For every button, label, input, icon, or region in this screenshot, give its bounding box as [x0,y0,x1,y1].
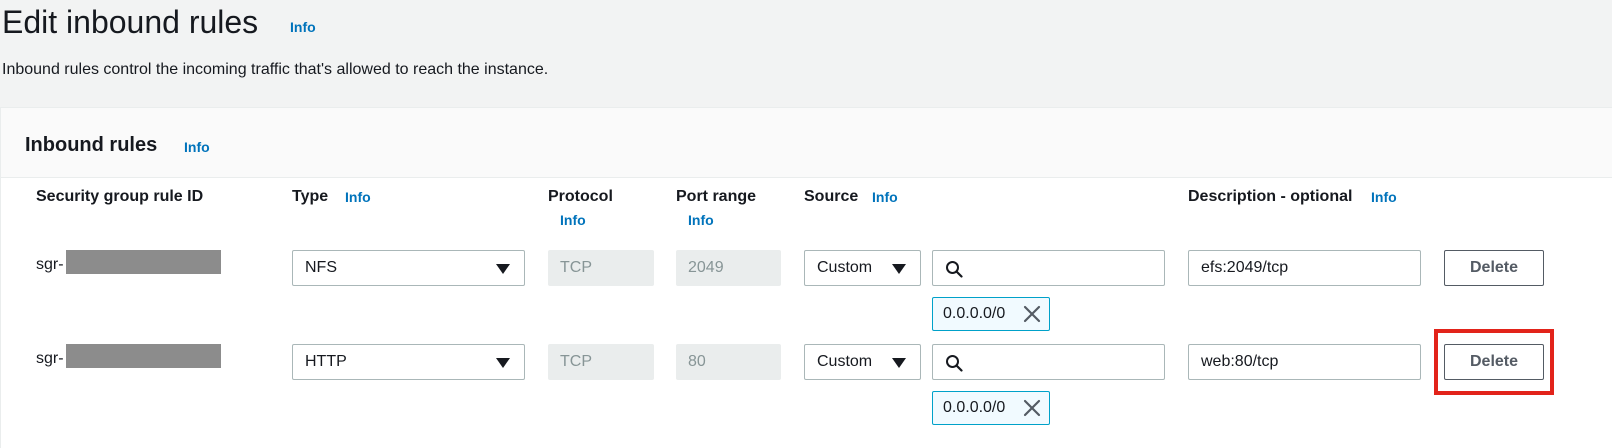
search-icon [946,261,963,278]
cidr-token: 0.0.0.0/0 [932,297,1050,331]
source-select[interactable]: Custom [804,250,921,286]
type-select[interactable]: NFS [292,250,525,286]
description-input[interactable]: efs:2049/tcp [1188,250,1421,286]
panel-header: Inbound rules Info [1,108,1612,178]
caret-down-icon [496,264,510,274]
caret-down-icon [496,358,510,368]
source-info-link[interactable]: Info [872,189,898,205]
source-search-input[interactable] [932,344,1165,380]
port-range-field: 80 [676,344,781,380]
type-select[interactable]: HTTP [292,344,525,380]
description-info-link[interactable]: Info [1371,189,1397,205]
protocol-field: TCP [548,250,654,286]
description-input[interactable]: web:80/tcp [1188,344,1421,380]
source-select-value: Custom [817,259,873,276]
column-header-protocol: Protocol [548,188,613,205]
rule-id-prefix: sgr- [36,350,64,367]
cidr-token: 0.0.0.0/0 [932,391,1050,425]
source-search-input[interactable] [932,250,1165,286]
search-icon [946,355,963,372]
page-title-info-link[interactable]: Info [290,19,316,35]
panel-info-link[interactable]: Info [184,139,210,155]
column-header-type: Type [292,188,329,205]
column-header-port-range: Port range [676,188,757,205]
column-header-source: Source [804,188,859,205]
redacted-rule-id [66,250,221,274]
source-select-value: Custom [817,353,873,370]
protocol-info-link[interactable]: Info [560,212,586,228]
column-header-rule-id: Security group rule ID [36,188,204,205]
redacted-rule-id [66,344,221,368]
protocol-field: TCP [548,344,654,380]
inbound-rules-panel: Inbound rules Info Security group rule I… [0,107,1612,448]
close-icon[interactable] [1023,305,1041,323]
type-select-value: NFS [305,259,337,276]
caret-down-icon [892,358,906,368]
close-icon[interactable] [1023,399,1041,417]
type-select-value: HTTP [305,353,347,370]
cidr-token-value: 0.0.0.0/0 [943,399,1006,416]
delete-button-highlight [1434,329,1554,395]
caret-down-icon [892,264,906,274]
page-title: Edit inbound rules [2,4,259,40]
type-info-link[interactable]: Info [345,189,371,205]
port-range-info-link[interactable]: Info [688,212,714,228]
port-range-field: 2049 [676,250,781,286]
panel-title: Inbound rules [25,134,158,156]
cidr-token-value: 0.0.0.0/0 [943,305,1006,322]
page-description: Inbound rules control the incoming traff… [2,61,549,78]
rule-id-prefix: sgr- [36,256,64,273]
delete-button[interactable]: Delete [1444,250,1544,286]
column-header-description: Description - optional [1188,188,1353,205]
source-select[interactable]: Custom [804,344,921,380]
